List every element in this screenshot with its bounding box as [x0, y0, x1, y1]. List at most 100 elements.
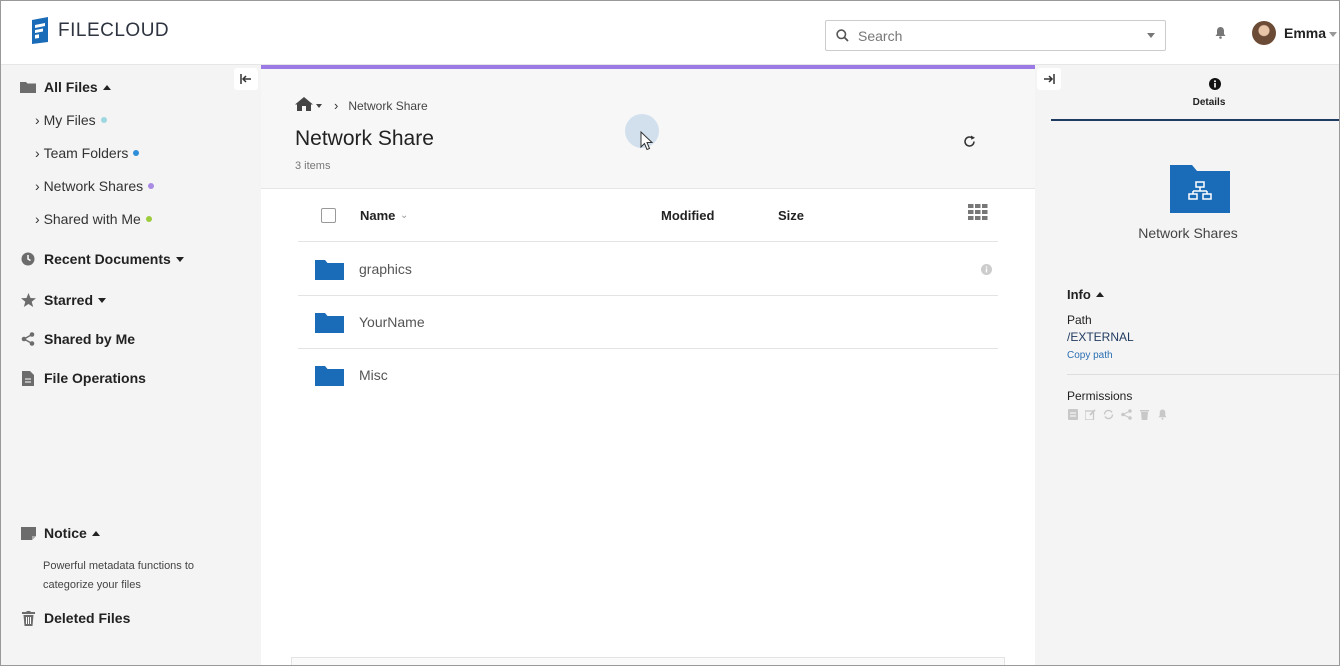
trash-icon — [20, 610, 36, 626]
table-row[interactable]: YourName — [298, 296, 998, 349]
table-row[interactable]: Misc — [298, 349, 998, 402]
sidebar-item-label: Starred — [44, 292, 94, 308]
sidebar-item-label: File Operations — [44, 370, 146, 386]
collapse-left-icon — [240, 74, 251, 84]
filecloud-logo[interactable]: FILECLOUD — [30, 17, 169, 44]
breadcrumb-current[interactable]: Network Share — [348, 99, 427, 113]
file-name[interactable]: Misc — [359, 367, 388, 383]
grid-view-icon[interactable] — [968, 204, 988, 220]
home-icon[interactable] — [295, 97, 313, 114]
sidebar-item-starred[interactable]: Starred — [20, 292, 107, 308]
info-heading-label: Info — [1067, 287, 1091, 302]
mouse-cursor-icon — [640, 131, 654, 151]
copy-path-link[interactable]: Copy path — [1067, 350, 1113, 361]
sidebar-item-label: Shared with Me — [43, 211, 141, 227]
tab-details[interactable]: Details — [1051, 65, 1339, 121]
sidebar-item-label: My Files — [43, 112, 96, 128]
main-content: › Network Share Network Share 3 items Na… — [261, 65, 1035, 665]
sidebar-item-label: Deleted Files — [44, 610, 131, 626]
sidebar: All Files › My Files › Team Folders › Ne… — [1, 65, 261, 665]
table-row[interactable]: graphics — [298, 243, 998, 296]
sidebar-item-notice[interactable]: Notice — [20, 525, 100, 541]
edit-permission-icon — [1085, 409, 1096, 420]
bottom-panel-edge — [291, 657, 1005, 665]
delete-permission-icon — [1139, 409, 1150, 420]
document-icon — [20, 370, 36, 386]
chevron-down-icon — [98, 297, 107, 303]
info-section-heading[interactable]: Info — [1067, 287, 1104, 302]
share-permission-icon — [1121, 409, 1132, 420]
status-dot — [133, 150, 140, 156]
network-folder-icon — [1170, 165, 1230, 213]
sidebar-item-shared-by-me[interactable]: Shared by Me — [20, 331, 135, 347]
sidebar-item-file-operations[interactable]: File Operations — [20, 370, 146, 386]
item-count: 3 items — [295, 160, 331, 172]
chevron-right-icon: › — [35, 112, 44, 128]
column-size-header[interactable]: Size — [778, 208, 804, 223]
folder-icon — [315, 260, 344, 280]
select-all-checkbox[interactable] — [321, 208, 336, 223]
clock-icon — [20, 251, 36, 267]
chevron-up-icon — [1095, 292, 1104, 297]
notify-permission-icon — [1157, 409, 1168, 420]
selected-item-label: Network Shares — [1138, 225, 1238, 241]
sidebar-item-label: Recent Documents — [44, 251, 171, 267]
filecloud-logo-icon — [32, 17, 48, 44]
collapse-details-button[interactable] — [1037, 68, 1061, 90]
logo-text: FILECLOUD — [58, 19, 170, 41]
file-name[interactable]: graphics — [359, 261, 412, 277]
search-box[interactable] — [825, 20, 1166, 51]
chevron-down-icon — [175, 256, 184, 262]
collapse-sidebar-button[interactable] — [234, 68, 258, 90]
breadcrumb: › Network Share — [295, 97, 428, 114]
column-modified-header[interactable]: Modified — [661, 208, 714, 223]
folder-icon — [315, 366, 344, 386]
top-bar: FILECLOUD Emma — [1, 1, 1339, 65]
file-name[interactable]: YourName — [359, 314, 425, 330]
status-dot — [148, 183, 155, 189]
chevron-up-icon — [102, 84, 111, 90]
sidebar-item-label: Notice — [44, 525, 87, 541]
status-dot — [145, 216, 152, 222]
path-label: Path — [1067, 313, 1092, 327]
refresh-icon[interactable] — [963, 135, 976, 148]
sidebar-item-network-shares[interactable]: › Network Shares — [35, 178, 155, 194]
sort-chevron-icon[interactable]: ⌄ — [400, 210, 408, 221]
avatar[interactable] — [1252, 21, 1276, 45]
notice-text: Powerful metadata functions to categoriz… — [43, 560, 195, 591]
folder-header: › Network Share Network Share 3 items — [261, 69, 1035, 189]
info-icon — [1209, 78, 1221, 90]
app-window: FILECLOUD Emma — [0, 0, 1340, 666]
chevron-right-icon: › — [35, 178, 44, 194]
note-icon — [20, 525, 36, 541]
info-icon[interactable] — [981, 264, 992, 275]
sidebar-item-all-files[interactable]: All Files — [20, 79, 111, 95]
sidebar-item-label: Team Folders — [43, 145, 129, 161]
search-icon — [836, 29, 849, 42]
sidebar-item-my-files[interactable]: › My Files — [35, 112, 107, 128]
sidebar-item-label: All Files — [44, 79, 98, 95]
search-input[interactable] — [858, 27, 1128, 44]
read-permission-icon — [1067, 409, 1078, 420]
star-icon — [20, 292, 36, 308]
path-value: /EXTERNAL — [1067, 330, 1134, 344]
sidebar-item-recent-documents[interactable]: Recent Documents — [20, 251, 184, 267]
table-header: Name ⌄ Modified Size — [298, 202, 998, 242]
sidebar-item-label: Shared by Me — [44, 331, 136, 347]
permissions-heading: Permissions — [1067, 389, 1133, 403]
search-dropdown-icon[interactable] — [1147, 33, 1155, 38]
folder-icon — [20, 79, 36, 95]
permissions-icons — [1067, 409, 1168, 420]
sidebar-item-shared-with-me[interactable]: › Shared with Me — [35, 211, 152, 227]
sidebar-item-team-folders[interactable]: › Team Folders — [35, 145, 140, 161]
details-panel: Details Network Shares Info Path /EXTERN… — [1035, 65, 1339, 665]
divider — [1067, 374, 1339, 375]
sidebar-item-deleted-files[interactable]: Deleted Files — [20, 610, 130, 626]
folder-icon — [315, 313, 344, 333]
column-name-header[interactable]: Name — [360, 208, 395, 223]
user-name[interactable]: Emma — [1284, 25, 1326, 41]
chevron-down-icon[interactable] — [316, 103, 322, 108]
chevron-right-icon: › — [35, 145, 44, 161]
bell-icon[interactable] — [1215, 26, 1226, 39]
user-menu-chevron-icon[interactable] — [1329, 32, 1337, 37]
